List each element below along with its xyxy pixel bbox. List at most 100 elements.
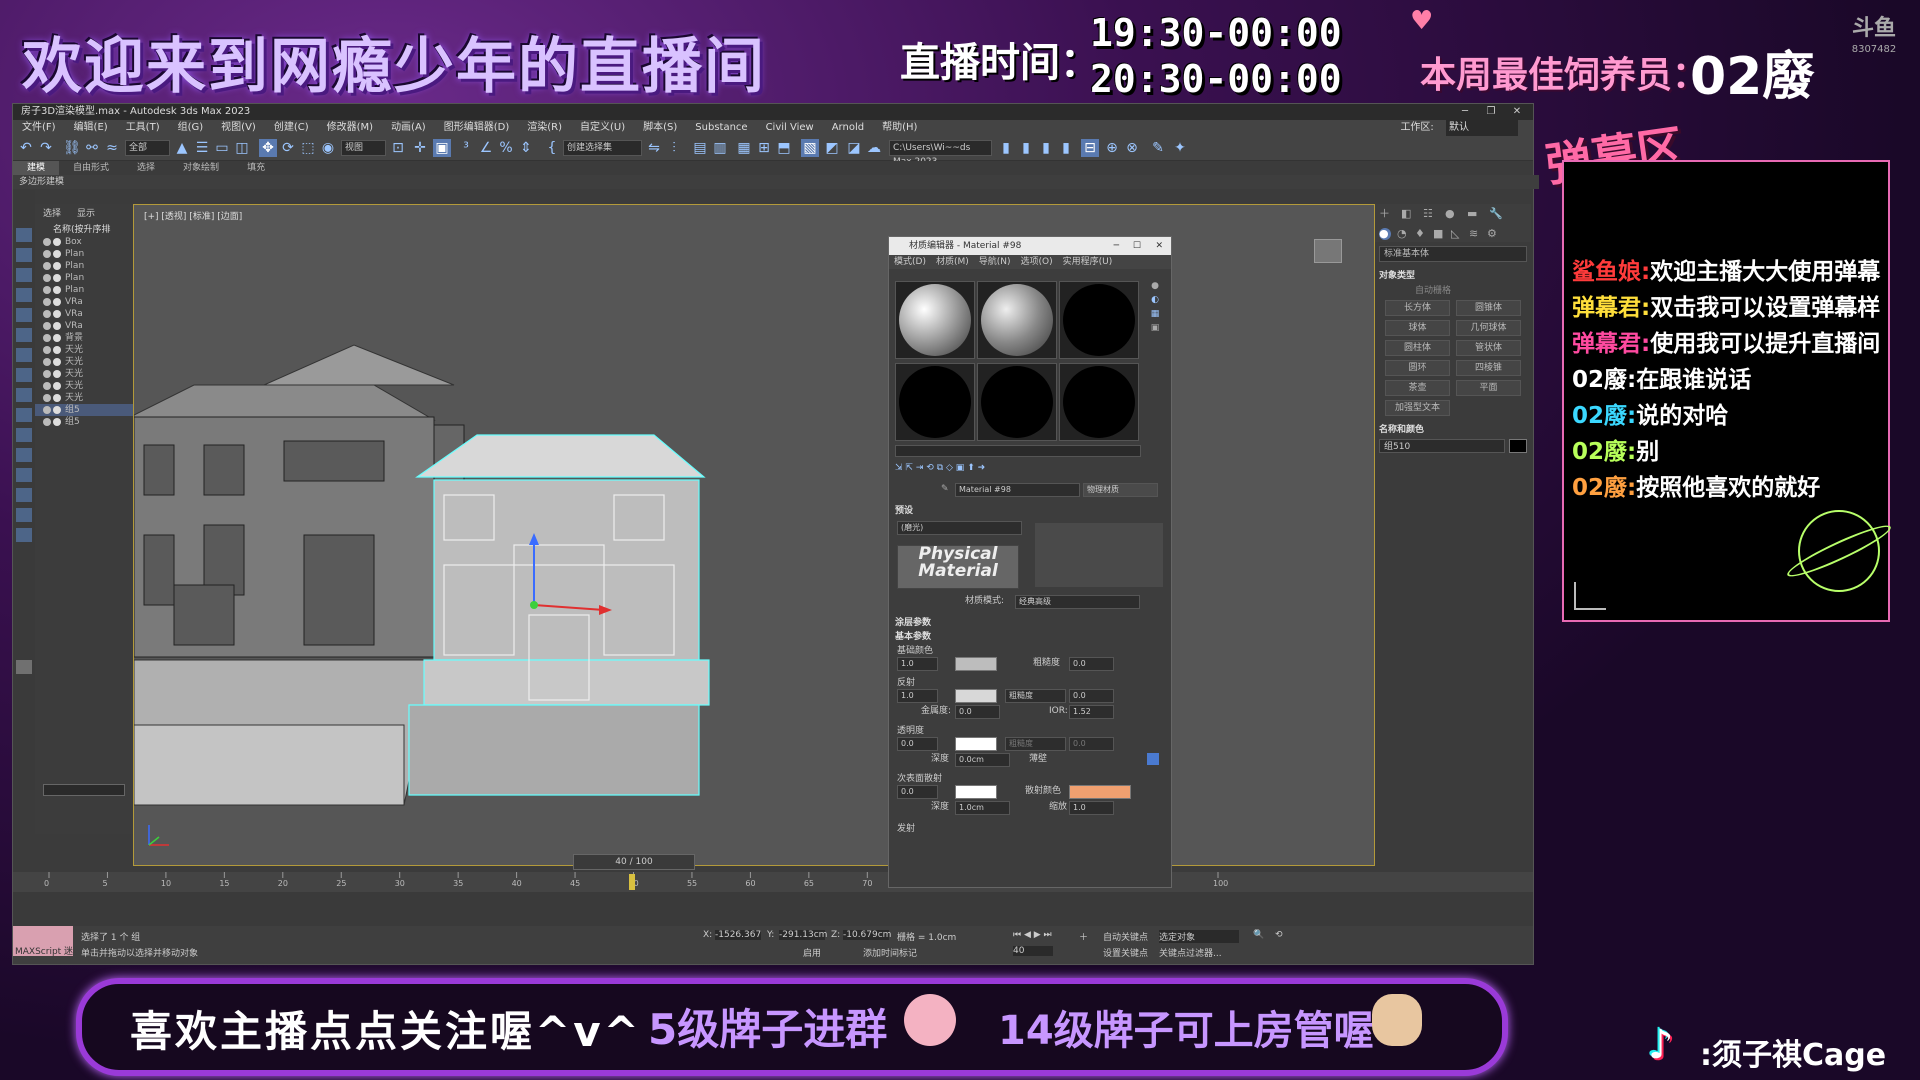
explorer-tool-icon[interactable] (16, 268, 32, 282)
menu-rendering[interactable]: 渲染(R) (518, 120, 571, 136)
explorer-tool-icon[interactable] (16, 448, 32, 462)
scatter-color-swatch[interactable] (1069, 785, 1131, 799)
object-type-section[interactable]: 对象类型 (1379, 268, 1527, 281)
object-name-field[interactable]: 组510 (1379, 439, 1505, 453)
metalness-field[interactable]: 0.0 (955, 705, 1000, 719)
base-weight-field[interactable]: 1.0 (897, 657, 938, 671)
reflection-roughness-field[interactable]: 0.0 (1069, 689, 1114, 703)
modify-tab-icon[interactable]: ◧ (1401, 208, 1413, 220)
visibility-icon[interactable] (43, 250, 51, 258)
maximize-icon[interactable]: ☐ (1133, 237, 1141, 255)
explorer-tool-icon[interactable] (16, 408, 32, 422)
key-filter-button[interactable]: 关键点过滤器... (1159, 946, 1222, 959)
display-tab-icon[interactable]: ▬ (1467, 208, 1479, 220)
scene-object-row[interactable]: 组5 (35, 404, 133, 416)
explorer-tool-icon[interactable] (16, 228, 32, 242)
eyedropper-icon[interactable]: ✎ (941, 481, 949, 497)
visibility-icon[interactable] (43, 298, 51, 306)
menu-animation[interactable]: 动画(A) (382, 120, 435, 136)
keyboard-shortcut-icon[interactable]: ▣ (433, 139, 451, 157)
menu-modifiers[interactable]: 修改器(M) (318, 120, 382, 136)
geometry-icon[interactable]: ● (1379, 228, 1391, 240)
sample-slot[interactable] (895, 363, 975, 441)
render-icon[interactable] (53, 262, 61, 270)
scene-object-row[interactable]: 天光 (35, 380, 133, 392)
sample-slots-scrollbar[interactable] (895, 445, 1141, 457)
current-frame-marker[interactable] (629, 874, 635, 890)
scene-object-row[interactable]: VRa (35, 308, 133, 320)
explorer-tool-icon[interactable] (16, 308, 32, 322)
scene-object-row[interactable]: 组5 (35, 416, 133, 428)
explorer-tool-icon[interactable] (16, 468, 32, 482)
put-to-scene-icon[interactable]: ⇱ (905, 463, 913, 473)
mirror-icon[interactable]: ⇋ (645, 139, 663, 157)
explorer-scrollbar[interactable] (43, 784, 125, 796)
render-icon[interactable] (53, 406, 61, 414)
project-folder-icon[interactable]: ▮ (997, 139, 1015, 157)
select-manipulate-icon[interactable]: ✛ (411, 139, 429, 157)
material-mode-dropdown[interactable]: 经典高级 (1015, 595, 1140, 609)
layer-explorer-icon[interactable]: ▤ (691, 139, 709, 157)
visibility-icon[interactable] (43, 370, 51, 378)
unlink-icon[interactable]: ⚯ (83, 139, 101, 157)
schematic-view-icon[interactable]: ⊞ (755, 139, 773, 157)
create-tab-icon[interactable]: ＋ (1379, 208, 1391, 220)
close-button[interactable]: ✕ (1505, 104, 1529, 120)
me-menu-material[interactable]: 材质(M) (931, 257, 974, 267)
transparency-depth-field[interactable]: 0.0cm (955, 753, 1010, 767)
scene-object-row[interactable]: 天光 (35, 368, 133, 380)
motion-tab-icon[interactable]: ● (1445, 208, 1457, 220)
x-coord-field[interactable]: -1526.367 (715, 930, 761, 940)
menu-views[interactable]: 视图(V) (212, 120, 265, 136)
ribbon-tab-selection[interactable]: 选择 (123, 161, 169, 175)
close-icon[interactable]: ✕ (1155, 237, 1163, 255)
angle-snap-icon[interactable]: ∠ (477, 139, 495, 157)
sss-scale-field[interactable]: 1.0 (1069, 801, 1114, 815)
menu-civil-view[interactable]: Civil View (757, 120, 823, 136)
scene-object-row[interactable]: Plan (35, 260, 133, 272)
geosphere-button[interactable]: 几何球体 (1456, 320, 1521, 336)
me-menu-options[interactable]: 选项(O) (1016, 257, 1058, 267)
assign-material-icon[interactable]: ⇥ (916, 463, 924, 473)
menu-scripting[interactable]: 脚本(S) (634, 120, 686, 136)
scene-object-row[interactable]: 天光 (35, 356, 133, 368)
transparency-color-swatch[interactable] (955, 737, 997, 751)
visibility-icon[interactable] (43, 274, 51, 282)
set-key-button[interactable]: 设置关键点 (1103, 946, 1148, 959)
percent-snap-icon[interactable]: % (497, 139, 515, 157)
transparency-roughness-mode[interactable]: 粗糙度 (1005, 737, 1066, 751)
me-menu-navigation[interactable]: 导航(N) (974, 257, 1016, 267)
backlight-icon[interactable]: ◐ (1145, 295, 1165, 309)
sample-slot[interactable] (1059, 363, 1139, 441)
scene-object-row[interactable]: VRa (35, 320, 133, 332)
set-project-icon[interactable]: ▮ (1057, 139, 1075, 157)
me-menu-utilities[interactable]: 实用程序(U) (1058, 257, 1118, 267)
go-forward-icon[interactable]: ➜ (978, 463, 986, 473)
scene-object-row[interactable]: 天光 (35, 392, 133, 404)
render-icon[interactable] (53, 250, 61, 258)
visibility-icon[interactable] (43, 286, 51, 294)
tab-display[interactable]: 显示 (69, 209, 103, 219)
vray-frame-buffer-icon[interactable]: ⊗ (1123, 139, 1141, 157)
explorer-tool-icon[interactable] (16, 328, 32, 342)
lock-icon[interactable] (1147, 753, 1159, 765)
menu-edit[interactable]: 编辑(E) (65, 120, 117, 136)
menu-customize[interactable]: 自定义(U) (571, 120, 634, 136)
visibility-icon[interactable] (43, 262, 51, 270)
ribbon-tab-modeling[interactable]: 建模 (13, 161, 60, 175)
go-to-parent-icon[interactable]: ⬆ (967, 463, 975, 473)
render-icon[interactable] (53, 370, 61, 378)
key-mode-dropdown[interactable]: 选定对象 (1159, 930, 1239, 943)
text-plus-button[interactable]: 加强型文本 (1385, 400, 1450, 416)
y-coord-field[interactable]: -291.13cm (779, 930, 827, 940)
selection-filter-dropdown[interactable]: 全部 (125, 140, 170, 156)
maximize-button[interactable]: ❐ (1479, 104, 1503, 120)
ribbon-tab-object-paint[interactable]: 对象绘制 (169, 161, 233, 175)
reflection-roughness-mode[interactable]: 粗糙度 (1005, 689, 1066, 703)
sss-color-swatch[interactable] (955, 785, 997, 799)
copy-material-icon[interactable]: ⧉ (937, 463, 943, 473)
render-icon[interactable] (53, 286, 61, 294)
rect-selection-icon[interactable]: ▭ (213, 139, 231, 157)
explorer-tool-icon[interactable] (16, 368, 32, 382)
scene-object-row[interactable]: 天光 (35, 344, 133, 356)
